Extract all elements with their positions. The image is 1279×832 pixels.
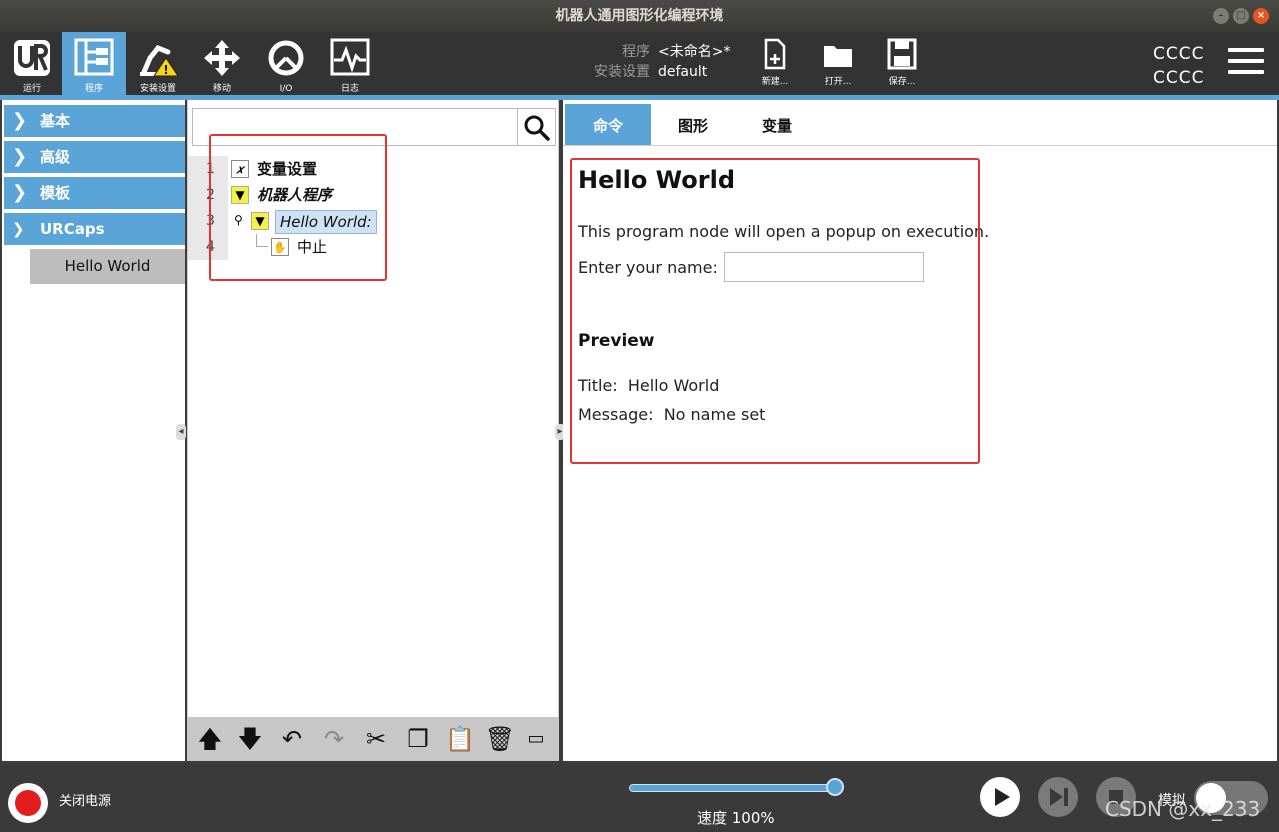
new-program-button[interactable]: 新建...	[750, 38, 800, 92]
search-icon[interactable]	[517, 109, 555, 145]
nav-log-label: 日志	[340, 84, 359, 94]
close-window-button[interactable]: ×	[1253, 8, 1269, 24]
chevron-down-icon: ❯	[12, 220, 25, 238]
installation-name: default	[658, 64, 708, 80]
nav-move-button[interactable]: 移动	[190, 32, 254, 95]
new-file-icon	[764, 38, 786, 70]
user-line-2: CCCC	[1153, 68, 1205, 88]
io-icon	[268, 40, 304, 76]
tab-variables[interactable]: 变量	[735, 104, 819, 145]
installation-key: 安装设置	[594, 64, 650, 80]
move-arrows-icon	[204, 40, 240, 76]
sidebar-item-label: 高级	[40, 148, 71, 166]
user-line-1: CCCC	[1153, 44, 1205, 64]
log-pulse-icon	[330, 38, 370, 76]
tab-command[interactable]: 命令	[565, 104, 651, 145]
save-disk-icon	[887, 38, 917, 70]
sidebar-subitem-hello-world[interactable]: Hello World	[30, 249, 185, 284]
save-program-label: 保存...	[888, 77, 916, 87]
bottom-status-bar: 关闭电源 速度 100% 模拟 CSDN @xx_233	[0, 765, 1279, 832]
top-header: 运行 程序 ! 安装设置 移动 I/O 日志 程序 <未命名>* 安装设置 de…	[0, 32, 1279, 95]
svg-text:!: !	[163, 63, 168, 77]
chevron-right-icon: ❯	[12, 146, 28, 167]
nav-move-label: 移动	[212, 84, 231, 94]
node-category-sidebar: ❯ 基本 ❯ 高级 ❯ 模板 ❯ URCaps Hello World	[2, 100, 185, 761]
power-label: 关闭电源	[59, 794, 112, 809]
window-titlebar: 机器人通用图形化编程环境 – □ ×	[0, 0, 1279, 32]
redo-icon[interactable]: ↷	[318, 723, 350, 755]
sidebar-item-urcaps[interactable]: ❯ URCaps	[4, 213, 185, 245]
step-icon	[1050, 788, 1068, 806]
cut-scissors-icon[interactable]: ✂	[360, 723, 392, 755]
ur-logo-icon	[14, 40, 50, 76]
program-tree-icon	[74, 38, 114, 76]
annotation-box-tree	[209, 134, 387, 281]
step-button[interactable]	[1038, 777, 1078, 817]
sidebar-item-templates[interactable]: ❯ 模板	[4, 177, 185, 209]
sidebar-item-label: URCaps	[40, 220, 105, 238]
tree-edit-toolbar: 🡅 🡇 ↶ ↷ ✂ ❐ 📋 🗑 ▭	[188, 717, 558, 761]
user-display: CCCC CCCC	[1153, 42, 1204, 90]
chevron-right-icon: ❯	[12, 110, 28, 131]
save-program-button[interactable]: 保存...	[877, 38, 927, 92]
move-down-icon[interactable]: 🡇	[234, 723, 266, 755]
watermark-text: CSDN @xx_233	[1105, 797, 1261, 821]
minimize-button[interactable]: –	[1213, 8, 1229, 24]
speed-slider-handle[interactable]	[826, 778, 844, 796]
play-button[interactable]	[980, 777, 1020, 817]
power-button[interactable]	[8, 783, 48, 823]
open-folder-icon	[824, 46, 852, 67]
program-key: 程序	[622, 44, 650, 60]
maximize-button[interactable]: □	[1233, 8, 1249, 24]
new-program-label: 新建...	[761, 77, 789, 87]
nav-program-button[interactable]: 程序	[62, 32, 126, 95]
copy-icon[interactable]: ❐	[402, 723, 434, 755]
nav-run-label: 运行	[22, 84, 41, 94]
nav-io-label: I/O	[279, 84, 293, 94]
nav-installation-label: 安装设置	[139, 84, 176, 94]
delete-trash-icon[interactable]: 🗑	[484, 723, 516, 755]
play-icon	[995, 788, 1010, 806]
sidebar-item-label: 模板	[40, 184, 71, 202]
nav-program-label: 程序	[84, 84, 103, 94]
speed-slider[interactable]	[629, 778, 844, 796]
move-up-icon[interactable]: 🡅	[194, 723, 226, 755]
nav-log-button[interactable]: 日志	[318, 32, 382, 95]
sidebar-item-label: 基本	[40, 112, 71, 130]
paste-clipboard-icon[interactable]: 📋	[444, 723, 476, 755]
speed-slider-track	[629, 784, 834, 792]
program-info: 程序 <未命名>* 安装设置 default	[590, 42, 730, 82]
hamburger-menu-icon[interactable]	[1228, 48, 1264, 78]
nav-run-button[interactable]: 运行	[0, 32, 64, 95]
tab-graphics[interactable]: 图形	[651, 104, 735, 145]
sidebar-item-advanced[interactable]: ❯ 高级	[4, 141, 185, 173]
chevron-right-icon: ❯	[12, 182, 28, 203]
robot-arm-warning-icon: !	[140, 44, 179, 77]
open-program-label: 打开...	[824, 77, 852, 87]
sidebar-collapse-handle[interactable]: ◂	[176, 424, 186, 440]
undo-icon[interactable]: ↶	[276, 723, 308, 755]
open-program-button[interactable]: 打开...	[813, 38, 863, 92]
window-title: 机器人通用图形化编程环境	[555, 8, 724, 24]
sidebar-item-basic[interactable]: ❯ 基本	[4, 105, 185, 137]
annotation-box-content	[570, 158, 980, 464]
nav-installation-button[interactable]: ! 安装设置	[126, 32, 190, 95]
nav-io-button[interactable]: I/O	[254, 32, 318, 95]
suppress-node-icon[interactable]: ▭	[520, 723, 552, 755]
power-red-icon	[15, 790, 41, 816]
speed-label: 速度 100%	[697, 809, 775, 827]
content-tabs: 命令 图形 变量	[563, 104, 1277, 146]
program-name: <未命名>*	[658, 44, 731, 60]
